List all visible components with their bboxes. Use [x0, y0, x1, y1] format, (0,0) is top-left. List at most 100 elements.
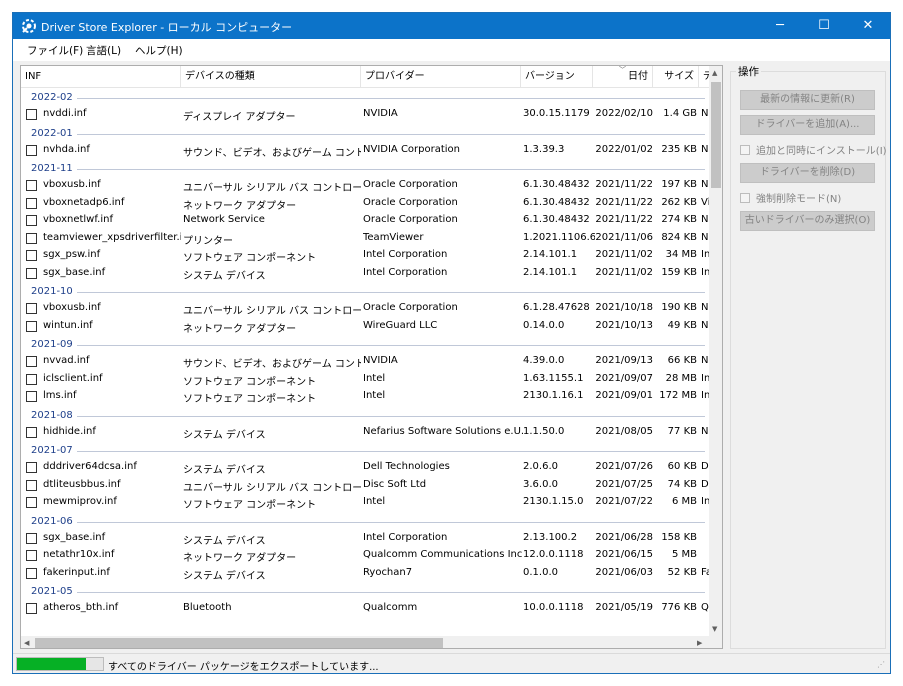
row-checkbox[interactable] [26, 267, 37, 279]
add-driver-button[interactable]: ドライバーを追加(A)... [740, 115, 875, 135]
table-row[interactable]: nvvad.inf サウンド、ビデオ、およびゲーム コントローラーNVIDIA 4.… [21, 353, 709, 371]
group-header[interactable]: 2021-09 [21, 335, 709, 353]
close-button[interactable]: ✕ [846, 13, 890, 39]
table-row[interactable]: sgx_psw.inf ソフトウェア コンポーネント Intel Corporati… [21, 247, 709, 265]
minimize-button[interactable]: ─ [758, 13, 802, 39]
column-truncated[interactable]: デ [699, 66, 709, 87]
table-row[interactable]: netathr10x.inf ネットワーク アダプター Qualcomm Commu… [21, 547, 709, 565]
version-cell: 10.0.0.1118 [523, 602, 584, 613]
row-checkbox[interactable] [26, 215, 37, 226]
table-row[interactable]: dtliteusbbus.inf ユニバーサル シリアル バス コントローラーDi… [21, 477, 709, 495]
column-provider[interactable]: プロバイダー [361, 66, 521, 87]
scroll-left-icon[interactable]: ◀ [24, 639, 29, 647]
menu-help[interactable]: ヘルプ(H) [135, 43, 183, 58]
group-header[interactable]: 2021-10 [21, 282, 709, 300]
version-cell: 6.1.30.48432 [523, 196, 590, 208]
resize-grip-icon[interactable]: ⋰ [877, 660, 887, 670]
status-bar: すべてのドライバー パッケージをエクスポートしています... ⋰ [13, 653, 890, 673]
row-checkbox[interactable] [26, 144, 37, 156]
row-checkbox[interactable] [26, 320, 37, 332]
menu-language[interactable]: 言語(L) [86, 43, 121, 58]
size-cell: 34 MB [665, 249, 697, 260]
table-row[interactable]: nvddi.inf ディスプレイ アダプター NVIDIA 30.0.15.1179 2… [21, 106, 709, 124]
row-checkbox[interactable] [26, 197, 37, 209]
table-row[interactable]: nvhda.inf サウンド、ビデオ、およびゲーム コントローラーNVIDIA C… [21, 142, 709, 160]
scroll-right-icon[interactable]: ▶ [697, 639, 702, 647]
driver-list[interactable]: INF デバイスの種類 プロバイダー バージョン 日付 サイズ デ ﹀ 2022… [20, 65, 723, 649]
row-checkbox[interactable] [26, 462, 37, 473]
scroll-down-icon[interactable]: ▼ [712, 625, 717, 633]
group-header[interactable]: 2021-06 [21, 512, 709, 530]
row-checkbox[interactable] [26, 373, 37, 385]
row-checkbox[interactable] [26, 479, 37, 491]
inf-cell: sgx_psw.inf [43, 249, 101, 260]
group-label: 2021-05 [31, 586, 73, 597]
table-row[interactable]: dddriver64dcsa.inf システム デバイス Dell Technolo… [21, 459, 709, 477]
table-row[interactable]: sgx_base.inf システム デバイス Intel Corporation 2.… [21, 265, 709, 283]
group-header[interactable]: 2021-07 [21, 441, 709, 459]
table-row[interactable]: vboxusb.inf ユニバーサル シリアル バス コントローラーOracle … [21, 300, 709, 318]
row-checkbox[interactable] [26, 550, 37, 561]
size-cell: 28 MB [665, 372, 697, 384]
force-delete-checkbox[interactable]: 強制削除モード(N) [740, 190, 841, 205]
row-checkbox[interactable] [26, 567, 37, 579]
table-row[interactable]: fakerinput.inf システム デバイス Ryochan7 0.1.0.0 20… [21, 565, 709, 583]
table-row[interactable]: mewmiprov.inf ソフトウェア コンポーネント Intel 2130.1.1… [21, 494, 709, 512]
extra-cell: D [701, 461, 709, 472]
group-header[interactable]: 2022-02 [21, 88, 709, 106]
row-checkbox[interactable] [26, 497, 37, 508]
inf-cell: mewmiprov.inf [43, 496, 117, 507]
delete-driver-button[interactable]: ドライバーを削除(D) [740, 163, 875, 183]
table-row[interactable]: lms.inf ソフトウェア コンポーネント Intel 2130.1.16.1 202… [21, 388, 709, 406]
provider-cell: Intel Corporation [363, 531, 448, 543]
checkbox-box[interactable] [740, 193, 750, 203]
table-row[interactable]: iclsclient.inf ソフトウェア コンポーネント Intel 1.63.11… [21, 371, 709, 389]
table-row[interactable]: wintun.inf ネットワーク アダプター WireGuard LLC 0.14.… [21, 318, 709, 336]
row-checkbox[interactable] [26, 391, 37, 402]
table-row[interactable]: atheros_bth.inf Bluetooth Qualcomm 10.0.0.1… [21, 600, 709, 618]
scroll-up-icon[interactable]: ▲ [712, 69, 717, 77]
vertical-scrollbar[interactable]: ▲ ▼ [709, 66, 722, 636]
table-row[interactable]: vboxnetadp6.inf ネットワーク アダプター Oracle Corpor… [21, 195, 709, 213]
table-row[interactable]: teamviewer_xpsdriverfilter.inf プリンター TeamV… [21, 230, 709, 248]
checkbox-box[interactable] [740, 145, 750, 155]
install-on-add-checkbox[interactable]: 追加と同時にインストール(I) [740, 142, 887, 157]
refresh-button[interactable]: 最新の情報に更新(R) [740, 90, 875, 110]
group-header[interactable]: 2021-05 [21, 582, 709, 600]
column-inf[interactable]: INF [21, 66, 181, 87]
row-checkbox[interactable] [26, 303, 37, 314]
row-checkbox[interactable] [26, 603, 37, 614]
row-checkbox[interactable] [26, 109, 37, 120]
group-label: 2021-08 [31, 409, 73, 421]
table-row[interactable]: vboxnetlwf.inf Network Service Oracle Corp… [21, 212, 709, 230]
column-device-type[interactable]: デバイスの種類 [181, 66, 361, 87]
table-row[interactable]: sgx_base.inf システム デバイス Intel Corporation 2.… [21, 530, 709, 548]
menu-file[interactable]: ファイル(F) [27, 43, 83, 58]
extra-cell: Fa [701, 566, 709, 578]
group-header[interactable]: 2021-08 [21, 406, 709, 424]
inf-cell: sgx_base.inf [43, 266, 106, 278]
row-checkbox[interactable] [26, 426, 37, 438]
row-checkbox[interactable] [26, 356, 37, 367]
horizontal-scroll-thumb[interactable] [35, 638, 443, 648]
row-checkbox[interactable] [26, 180, 37, 191]
table-row[interactable]: hidhide.inf システム デバイス Nefarius Software So… [21, 424, 709, 442]
row-checkbox[interactable] [26, 532, 37, 544]
row-checkbox[interactable] [26, 250, 37, 261]
column-version[interactable]: バージョン [521, 66, 593, 87]
select-old-drivers-button[interactable]: 古いドライバーのみ選択(O) [740, 211, 875, 231]
table-row[interactable]: vboxusb.inf ユニバーサル シリアル バス コントローラーOracle … [21, 177, 709, 195]
list-rows: 2022-02 nvddi.inf ディスプレイ アダプター NVIDIA 30.0.1… [21, 88, 709, 636]
horizontal-scrollbar[interactable]: ◀ ▶ [21, 636, 709, 648]
group-header[interactable]: 2021-11 [21, 159, 709, 177]
maximize-button[interactable]: ☐ [802, 13, 846, 39]
date-cell: 2021/11/06 [595, 231, 653, 243]
date-cell: 2021/08/05 [595, 425, 653, 437]
title-bar[interactable]: Driver Store Explorer - ローカル コンピューター ─ ☐… [13, 13, 890, 39]
version-cell: 4.39.0.0 [523, 355, 565, 366]
version-cell: 6.1.30.48432 [523, 179, 590, 190]
row-checkbox[interactable] [26, 232, 37, 244]
group-header[interactable]: 2022-01 [21, 124, 709, 142]
column-size[interactable]: サイズ [653, 66, 699, 87]
vertical-scroll-thumb[interactable] [711, 82, 721, 188]
